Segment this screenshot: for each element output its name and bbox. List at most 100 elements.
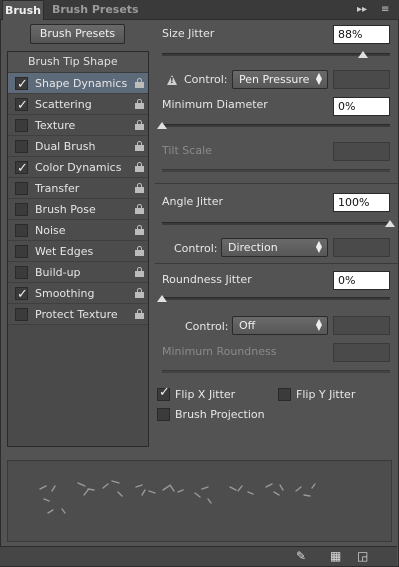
roundness-jitter-value[interactable]: 0% bbox=[333, 271, 390, 290]
minimum-roundness-slider bbox=[162, 370, 390, 373]
option-label: Scattering bbox=[35, 98, 92, 111]
minimum-roundness-label: Minimum Roundness bbox=[162, 345, 277, 358]
option-checkbox[interactable] bbox=[15, 203, 28, 216]
control-dropdown-off[interactable]: Off ▲ ▼ bbox=[232, 316, 328, 335]
roundness-jitter-label: Roundness Jitter bbox=[162, 273, 252, 286]
roundness-jitter-slider[interactable] bbox=[162, 297, 390, 300]
option-checkbox[interactable] bbox=[15, 266, 28, 279]
option-checkbox[interactable] bbox=[15, 140, 28, 153]
new-preset-icon[interactable]: ◲ bbox=[357, 549, 368, 563]
control-dropdown-value: Off bbox=[239, 319, 256, 332]
tilt-scale-slider bbox=[162, 169, 390, 172]
grid-icon[interactable]: ▦ bbox=[330, 549, 341, 563]
control-label: Control: bbox=[174, 242, 218, 255]
lock-icon[interactable] bbox=[135, 225, 144, 235]
minimum-roundness-value bbox=[333, 343, 390, 362]
tilt-scale-label: Tilt Scale bbox=[162, 144, 212, 157]
option-label: Wet Edges bbox=[35, 245, 94, 258]
control-dropdown-pressure[interactable]: Pen Pressure ▲ ▼ bbox=[232, 70, 328, 89]
brush-stroke-preview bbox=[7, 460, 392, 542]
option-label: Build-up bbox=[35, 266, 81, 279]
tab-brush[interactable]: Brush bbox=[2, 0, 44, 20]
flip-x-jitter-checkbox[interactable] bbox=[157, 385, 170, 401]
lock-icon[interactable] bbox=[135, 288, 144, 298]
toggle-brush-panel-icon[interactable]: ✎ bbox=[296, 549, 306, 563]
option-checkbox[interactable] bbox=[15, 284, 28, 305]
minimum-diameter-slider-thumb[interactable] bbox=[157, 122, 167, 129]
section-divider bbox=[155, 263, 398, 264]
brush-option-item[interactable]: Smoothing bbox=[8, 283, 148, 305]
panel-menu-icon[interactable]: ≡ bbox=[381, 3, 389, 17]
angle-jitter-slider[interactable] bbox=[162, 222, 390, 225]
lock-icon[interactable] bbox=[135, 141, 144, 151]
brush-option-item[interactable]: Brush Pose bbox=[8, 199, 148, 220]
brush-options-list: Brush Tip Shape Shape Dynamics Scattering… bbox=[7, 51, 149, 447]
brush-option-item[interactable]: Build-up bbox=[8, 262, 148, 283]
size-jitter-value[interactable]: 88% bbox=[333, 25, 390, 44]
size-jitter-slider-thumb[interactable] bbox=[357, 51, 368, 58]
option-label: Texture bbox=[35, 119, 76, 132]
flip-y-jitter-label: Flip Y Jitter bbox=[296, 388, 356, 401]
lock-icon[interactable] bbox=[135, 162, 144, 172]
tab-brush-presets[interactable]: Brush Presets bbox=[52, 0, 139, 20]
control-dropdown-direction[interactable]: Direction ▲ ▼ bbox=[221, 238, 328, 257]
option-checkbox[interactable] bbox=[15, 245, 28, 258]
brush-option-item[interactable]: Wet Edges bbox=[8, 241, 148, 262]
warning-icon bbox=[167, 75, 177, 85]
dropdown-arrows-icon: ▲ ▼ bbox=[315, 239, 322, 254]
lock-icon[interactable] bbox=[135, 78, 144, 88]
lock-icon[interactable] bbox=[135, 183, 144, 193]
minimum-diameter-slider[interactable] bbox=[162, 124, 390, 127]
size-jitter-label: Size Jitter bbox=[162, 27, 215, 40]
brush-option-item[interactable]: Dual Brush bbox=[8, 136, 148, 157]
brush-option-item[interactable]: Shape Dynamics bbox=[8, 73, 148, 95]
option-checkbox[interactable] bbox=[15, 74, 28, 95]
option-checkbox[interactable] bbox=[15, 308, 28, 321]
control-value-box bbox=[333, 316, 390, 335]
brush-projection-checkbox[interactable] bbox=[157, 408, 170, 421]
angle-jitter-slider-thumb[interactable] bbox=[385, 220, 395, 227]
option-checkbox[interactable] bbox=[15, 119, 28, 132]
double-arrow-icon[interactable]: ▸▸ bbox=[357, 3, 367, 17]
lock-icon[interactable] bbox=[135, 204, 144, 214]
option-label: Transfer bbox=[35, 182, 80, 195]
control-dropdown-value: Direction bbox=[228, 241, 278, 254]
lock-icon[interactable] bbox=[135, 267, 144, 277]
option-label: Dual Brush bbox=[35, 140, 96, 153]
brush-stroke-preview-svg bbox=[39, 480, 316, 514]
brush-option-item[interactable]: Transfer bbox=[8, 178, 148, 199]
lock-icon[interactable] bbox=[135, 99, 144, 109]
brush-option-item[interactable]: Texture bbox=[8, 115, 148, 136]
option-label: Smoothing bbox=[35, 287, 95, 300]
option-checkbox[interactable] bbox=[15, 95, 28, 116]
lock-icon[interactable] bbox=[135, 309, 144, 319]
brush-option-item[interactable]: Color Dynamics bbox=[8, 157, 148, 179]
brush-option-item[interactable]: Noise bbox=[8, 220, 148, 241]
option-checkbox[interactable] bbox=[15, 224, 28, 237]
control-value-box bbox=[333, 238, 390, 257]
option-label: Shape Dynamics bbox=[35, 77, 128, 90]
angle-jitter-value[interactable]: 100% bbox=[333, 193, 390, 212]
option-label: Noise bbox=[35, 224, 66, 237]
option-checkbox[interactable] bbox=[15, 158, 28, 179]
section-divider bbox=[155, 183, 398, 184]
control-dropdown-value: Pen Pressure bbox=[239, 73, 310, 86]
brush-option-item[interactable]: Scattering bbox=[8, 94, 148, 116]
tilt-scale-value bbox=[333, 142, 390, 161]
size-jitter-slider[interactable] bbox=[162, 53, 390, 56]
control-value-box bbox=[333, 70, 390, 89]
lock-icon[interactable] bbox=[135, 246, 144, 256]
control-label: Control: bbox=[185, 320, 229, 333]
brush-presets-button[interactable]: Brush Presets bbox=[30, 24, 125, 44]
brush-tip-shape-item[interactable]: Brush Tip Shape bbox=[8, 52, 148, 73]
angle-jitter-label: Angle Jitter bbox=[162, 195, 224, 208]
minimum-diameter-label: Minimum Diameter bbox=[162, 98, 268, 111]
panel-tab-bar: Brush Brush Presets ▸▸ ≡ bbox=[0, 0, 399, 20]
minimum-diameter-value[interactable]: 0% bbox=[333, 97, 390, 116]
panel-bottom-bar: ✎ ▦ ◲ bbox=[0, 546, 397, 566]
flip-y-jitter-checkbox[interactable] bbox=[278, 388, 291, 401]
roundness-jitter-slider-thumb[interactable] bbox=[157, 295, 167, 302]
brush-option-item[interactable]: Protect Texture bbox=[8, 304, 148, 325]
option-checkbox[interactable] bbox=[15, 182, 28, 195]
lock-icon[interactable] bbox=[135, 120, 144, 130]
